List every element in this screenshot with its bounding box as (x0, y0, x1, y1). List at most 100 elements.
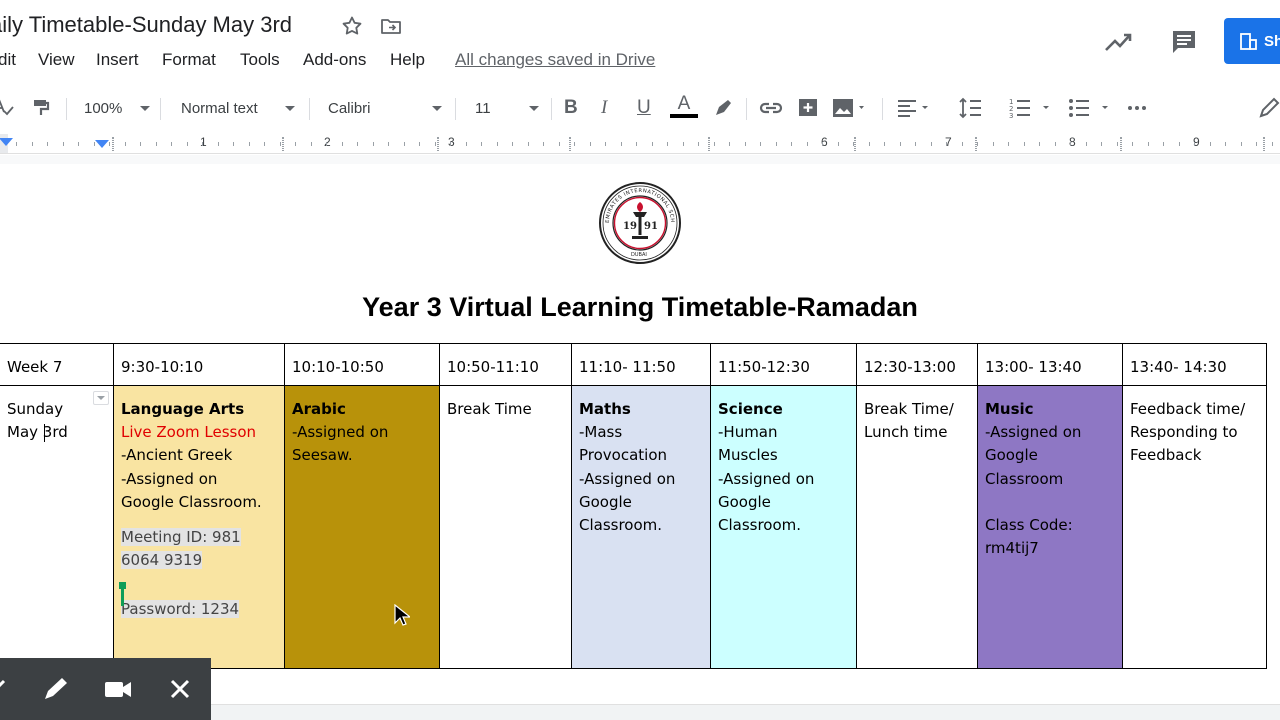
ruler-tick (357, 142, 358, 146)
ruler-number: 2 (324, 135, 331, 149)
column-marker[interactable] (569, 137, 571, 151)
header-slot-1[interactable]: 9:30-10:10 (113, 343, 285, 386)
cell-day[interactable]: Sunday May 3rd (0, 385, 114, 669)
line-spacing-icon[interactable] (958, 96, 982, 120)
ruler-tick (807, 142, 808, 146)
font-size-select[interactable]: 11 (475, 97, 539, 119)
highlight-icon[interactable] (712, 96, 734, 120)
header-slot-3[interactable]: 10:50-11:10 (439, 343, 572, 386)
text-color-icon[interactable]: A (670, 94, 698, 124)
meeting-id: Meeting ID: 981 (121, 526, 277, 549)
ruler-tick (1148, 142, 1149, 146)
toolbar-divider (66, 98, 67, 120)
cell-line: Responding to (1130, 423, 1238, 442)
paragraph-style-select[interactable]: Normal text (181, 97, 295, 119)
menu-addons[interactable]: Add-ons (303, 50, 366, 70)
ruler-tick (156, 142, 157, 146)
paint-format-icon[interactable] (31, 96, 51, 120)
ruler-tick (78, 142, 79, 146)
menu-bar: dit View Insert Format Tools Add-ons Hel… (0, 50, 1280, 74)
cell-feedback[interactable]: Feedback time/ Responding to Feedback (1122, 385, 1267, 669)
cell-line: Google (579, 492, 632, 511)
camera-icon[interactable] (104, 675, 132, 703)
menu-edit[interactable]: dit (0, 50, 16, 70)
image-icon[interactable] (832, 96, 868, 120)
cell-lunch[interactable]: Break Time/ Lunch time (856, 385, 978, 669)
header-slot-7[interactable]: 13:00- 13:40 (977, 343, 1123, 386)
ruler[interactable]: 1 2 3 6 7 8 9 (0, 134, 1280, 154)
ruler-tick (1194, 142, 1195, 146)
column-marker[interactable] (1120, 137, 1122, 151)
ruler-tick (1117, 142, 1118, 146)
password: Password: 1234 (121, 598, 277, 621)
underline-icon[interactable]: U (637, 96, 651, 120)
header-slot-8[interactable]: 13:40- 14:30 (1122, 343, 1267, 386)
document-heading: Year 3 Virtual Learning Timetable-Ramada… (362, 292, 918, 322)
chevron-down-icon (285, 105, 295, 111)
menu-tools[interactable]: Tools (240, 50, 280, 70)
ruler-tick (47, 142, 48, 146)
ruler-tick (977, 142, 978, 146)
indent-marker[interactable] (0, 138, 13, 146)
cell-break[interactable]: Break Time (439, 385, 572, 669)
header-slot-2[interactable]: 10:10-10:50 (284, 343, 440, 386)
cell-language-arts[interactable]: Language Arts Live Zoom Lesson -Ancient … (113, 385, 285, 669)
first-line-indent-marker[interactable] (95, 140, 109, 148)
star-icon[interactable] (340, 14, 364, 38)
menu-insert[interactable]: Insert (96, 50, 139, 70)
comment-add-icon[interactable] (797, 96, 819, 120)
menu-help[interactable]: Help (390, 50, 425, 70)
cell-line: Provocation (579, 446, 668, 465)
ruler-tick (1039, 142, 1040, 146)
header-week[interactable]: Week 7 (0, 343, 114, 386)
save-status-link[interactable]: All changes saved in Drive (455, 50, 655, 70)
zoom-select[interactable]: 100% (84, 97, 150, 119)
document-title[interactable]: aily Timetable-Sunday May 3rd (0, 12, 292, 38)
edit-mode-icon[interactable] (1258, 96, 1280, 120)
menu-format[interactable]: Format (162, 50, 216, 70)
toolbar-divider (160, 98, 161, 120)
chevron-down-icon (140, 105, 150, 111)
cell-music[interactable]: Music -Assigned on Google Classroom Clas… (977, 385, 1123, 669)
ruler-tick (311, 142, 312, 146)
column-marker[interactable] (1263, 137, 1265, 151)
header-slot-4[interactable]: 11:10- 11:50 (571, 343, 711, 386)
column-marker[interactable] (282, 137, 284, 151)
align-icon[interactable] (896, 96, 932, 120)
ruler-tick (1225, 142, 1226, 146)
zoom-value: 100% (84, 99, 123, 117)
cell-line: -Mass (579, 423, 623, 442)
pointer-tool-icon[interactable] (0, 675, 18, 703)
spellcheck-icon[interactable] (0, 96, 14, 120)
cell-arabic[interactable]: Arabic -Assigned on Seesaw. (284, 385, 440, 669)
font-select[interactable]: Calibri (328, 97, 442, 119)
cell-maths[interactable]: Maths -Mass Provocation -Assigned on Goo… (571, 385, 711, 669)
cell-line: -Assigned on (985, 423, 1082, 442)
close-icon[interactable] (166, 675, 194, 703)
cell-line: -Assigned on (121, 469, 218, 488)
column-marker[interactable] (112, 137, 114, 151)
cell-line: Break Time (447, 400, 532, 418)
collaborator-cursor (121, 584, 124, 606)
cell-options-button[interactable] (93, 391, 109, 405)
numbered-list-icon[interactable]: 123 (1008, 96, 1056, 120)
share-building-icon (1240, 33, 1257, 50)
menu-view[interactable]: View (38, 50, 75, 70)
column-marker[interactable] (437, 137, 439, 151)
italic-icon[interactable]: I (601, 96, 607, 120)
more-icon[interactable] (1126, 96, 1148, 120)
bold-icon[interactable]: B (564, 96, 578, 120)
ruler-tick (140, 142, 141, 146)
column-marker[interactable] (708, 137, 710, 151)
column-marker[interactable] (854, 137, 856, 151)
pen-icon[interactable] (42, 675, 70, 703)
header-slot-5[interactable]: 11:50-12:30 (710, 343, 857, 386)
horizontal-scrollbar[interactable] (211, 704, 1280, 720)
cell-science[interactable]: Science -Human Muscles -Assigned on Goog… (710, 385, 857, 669)
header-slot-6[interactable]: 12:30-13:00 (856, 343, 978, 386)
ruler-number: 3 (448, 135, 455, 149)
link-icon[interactable] (758, 96, 784, 120)
bulleted-list-icon[interactable] (1068, 96, 1116, 120)
ruler-tick (187, 142, 188, 146)
move-to-folder-icon[interactable] (379, 14, 403, 38)
